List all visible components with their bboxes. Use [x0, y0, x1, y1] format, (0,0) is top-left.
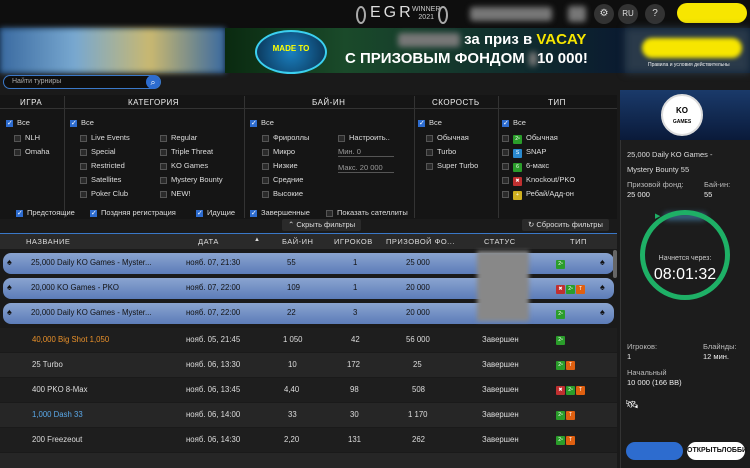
table-row[interactable]: 200 Freezeout нояб. 06, 14:30 2,20 131 2…	[0, 428, 617, 452]
hide-filters-button[interactable]: ⌃ Скрыть фильтры	[282, 219, 362, 231]
sort-up-icon[interactable]: ▲	[254, 237, 260, 243]
laurel-right-icon	[438, 6, 448, 24]
details-prize: 25 000	[627, 190, 650, 199]
category-special-checkbox[interactable]: Special	[80, 147, 116, 156]
col-prize[interactable]: ПРИЗОВОЙ ФО...	[386, 237, 455, 246]
buyin-header: БАЙ-ИН	[312, 98, 346, 107]
category-new-checkbox[interactable]: NEW!	[160, 189, 191, 198]
search-input[interactable]: Найти турниры	[12, 78, 61, 85]
game-omaha-checkbox[interactable]: Omaha	[14, 147, 50, 156]
category-mystery-checkbox[interactable]: Mystery Bounty	[160, 175, 223, 184]
speed-superturbo-checkbox[interactable]: Super Turbo	[426, 161, 478, 170]
buyin-mid-checkbox[interactable]: Средние	[262, 175, 303, 184]
table-row[interactable]: 40,000 Big Shot 1,050 нояб. 05, 21:45 1 …	[0, 328, 617, 352]
col-date[interactable]: ДАТА	[198, 237, 219, 246]
countdown-timer: 08:01:32	[653, 266, 717, 283]
buyin-all-checkbox[interactable]: ✓ Все	[250, 118, 274, 127]
ko-games-logo: KO GAMES	[661, 94, 703, 136]
category-pokerclub-checkbox[interactable]: Poker Club	[80, 189, 128, 198]
buyin-low-checkbox[interactable]: Низкие	[262, 161, 298, 170]
col-type[interactable]: ТИП	[570, 237, 587, 246]
buyin-micro-checkbox[interactable]: Микро	[262, 147, 295, 156]
buyin-min-input[interactable]: Мин. 0	[338, 147, 394, 157]
scrollbar[interactable]	[613, 250, 617, 278]
category-triple-checkbox[interactable]: Triple Threat	[160, 147, 213, 156]
table-row[interactable]: 400 PKO 8-Max нояб. 06, 13:45 4,40 98 50…	[0, 378, 617, 402]
type-snap-checkbox[interactable]: S SNAP	[502, 147, 546, 158]
type-all-checkbox[interactable]: ✓ Все	[502, 118, 526, 127]
category-all-checkbox[interactable]: ✓ Все	[70, 118, 94, 127]
running-checkbox[interactable]: ✓ Идущие	[196, 208, 235, 217]
status-blurred	[477, 251, 529, 321]
game-header: ИГРА	[20, 98, 43, 107]
game-all-checkbox[interactable]: ✓ Все	[6, 118, 30, 127]
show-satellites-checkbox[interactable]: Показать сателлиты	[326, 208, 408, 217]
category-ko-checkbox[interactable]: KO Games	[160, 161, 208, 170]
col-buyin[interactable]: БАЙ-ИН	[282, 237, 313, 246]
speed-all-checkbox[interactable]: ✓ Все	[418, 118, 442, 127]
category-header: КАТЕГОРИЯ	[128, 98, 180, 107]
buyin-freeroll-checkbox[interactable]: Фрироллы	[262, 133, 309, 142]
details-buyin: 55	[704, 190, 713, 199]
language-button[interactable]: RU	[618, 4, 638, 24]
laurel-left-icon	[356, 6, 366, 24]
settings-gear-icon[interactable]: ⚙	[594, 4, 614, 24]
tournament-search[interactable]: Найти турниры ⌕	[3, 75, 161, 89]
register-button[interactable]	[626, 442, 683, 460]
cashier-button[interactable]	[568, 6, 586, 22]
account-dropdown[interactable]	[470, 7, 552, 21]
buyin-custom-checkbox[interactable]: Настроить..	[338, 133, 390, 142]
open-lobby-button[interactable]: ОТКРЫТЬЛОББИ	[687, 442, 747, 460]
speed-header: СКОРОСТЬ	[432, 98, 480, 107]
col-players[interactable]: ИГРОКОВ	[334, 237, 373, 246]
late-reg-checkbox[interactable]: ✓ Поздняя регистрация	[90, 208, 176, 217]
help-button[interactable]: ?	[645, 4, 665, 24]
banner-cta-button[interactable]	[642, 38, 742, 58]
category-live-checkbox[interactable]: Live Events	[80, 133, 130, 142]
type-header: ТИП	[548, 98, 566, 107]
category-regular-checkbox[interactable]: Regular	[160, 133, 197, 142]
category-satellites-checkbox[interactable]: Satellites	[80, 175, 121, 184]
satellite-icon[interactable]: 🛰	[625, 398, 643, 412]
details-title: 25,000 Daily KO Games -	[627, 150, 713, 159]
table-row[interactable]: 25 Turbo нояб. 06, 13:30 10 172 25 Завер…	[0, 353, 617, 377]
type-6max-checkbox[interactable]: 6 6-макс	[502, 161, 549, 172]
col-status[interactable]: СТАТУС	[484, 237, 516, 246]
search-icon[interactable]: ⌕	[146, 75, 160, 89]
speed-normal-checkbox[interactable]: Обычная	[426, 133, 469, 142]
reset-filters-button[interactable]: ↻ Сбросить фильтры	[522, 219, 609, 231]
type-knockout-checkbox[interactable]: ✖ Knockout/PKO	[502, 175, 575, 186]
type-rebuy-checkbox[interactable]: + Ребай/Адд-он	[502, 189, 574, 200]
speed-turbo-checkbox[interactable]: Turbo	[426, 147, 456, 156]
buyin-max-input[interactable]: Макс. 20 000	[338, 163, 394, 173]
table-row[interactable]: 1,000 Dash 33 нояб. 06, 14:00 33 30 1 17…	[0, 403, 617, 427]
egr-winner-logo: EGR WINNER 2021	[356, 4, 448, 26]
type-normal-checkbox[interactable]: 2ⁿ Обычная	[502, 133, 558, 144]
buyin-high-checkbox[interactable]: Высокие	[262, 189, 303, 198]
game-nlh-checkbox[interactable]: NLH	[14, 133, 40, 142]
table-row[interactable]	[0, 453, 617, 468]
finished-checkbox[interactable]: ✓ Завершенные	[250, 208, 310, 217]
deposit-button[interactable]	[677, 3, 747, 23]
made-to-vacay-logo: MADE TO	[255, 30, 327, 74]
upcoming-checkbox[interactable]: ✓ Предстоящие	[16, 208, 75, 217]
category-restricted-checkbox[interactable]: Restricted	[80, 161, 125, 170]
col-name[interactable]: НАЗВАНИЕ	[26, 237, 70, 246]
